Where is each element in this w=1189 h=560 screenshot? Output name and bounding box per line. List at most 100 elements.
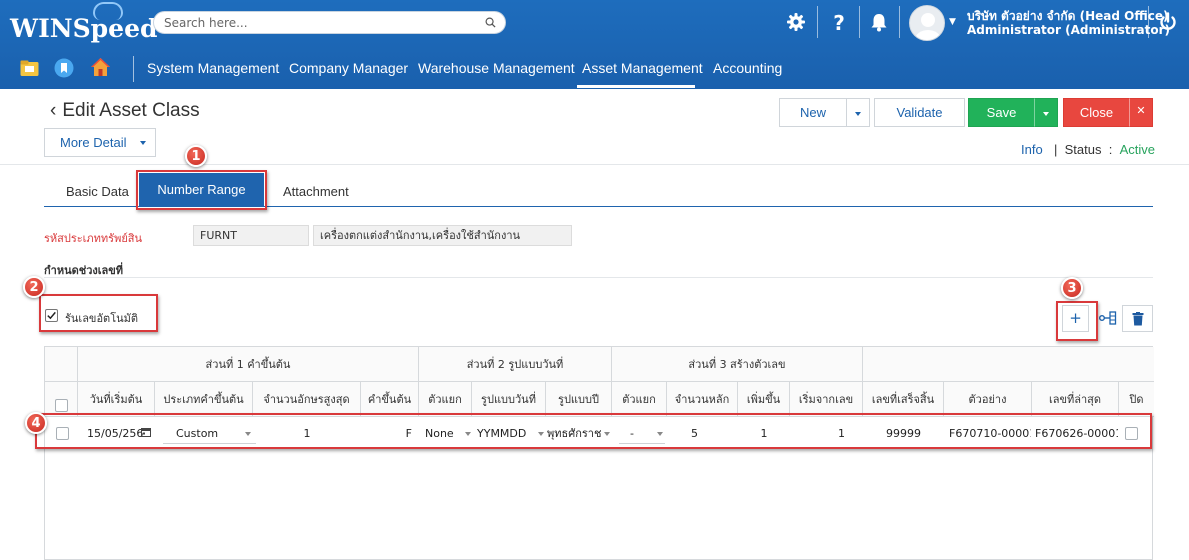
user-name[interactable]: Administrator (Administrator): [967, 23, 1170, 37]
callout-badge-3: 3: [1061, 277, 1083, 299]
end-number-cell[interactable]: 99999: [863, 418, 944, 449]
auto-number-checkbox[interactable]: [45, 309, 58, 322]
asset-class-code-field: FURNT: [193, 225, 309, 246]
last-number-cell: F670626-00001: [1035, 427, 1118, 440]
column-header[interactable]: ประเภทคำขึ้นต้น: [155, 382, 253, 417]
close-button-label: Close: [1079, 105, 1114, 120]
tab-number-range[interactable]: Number Range: [139, 173, 264, 206]
page-title: ‹ Edit Asset Class: [50, 100, 200, 122]
digits-cell[interactable]: 5: [667, 418, 722, 449]
closed-checkbox[interactable]: [1125, 427, 1138, 440]
column-header[interactable]: ตัวอย่าง: [944, 382, 1032, 417]
close-button[interactable]: Close: [1063, 98, 1130, 127]
question-icon[interactable]: ?: [828, 11, 850, 33]
save-button-label: Save: [986, 105, 1017, 120]
new-button-label: New: [799, 105, 826, 120]
chevron-down-icon: [465, 432, 471, 436]
column-header[interactable]: วันที่เริ่มต้น: [78, 382, 155, 417]
column-header[interactable]: เริ่มจากเลข: [790, 382, 863, 417]
increment-cell[interactable]: 1: [738, 418, 790, 449]
max-chars-cell[interactable]: 1: [253, 418, 361, 449]
chevron-down-icon: [245, 432, 251, 436]
header-select-all: [45, 382, 78, 417]
link-icon[interactable]: [1099, 311, 1117, 325]
save-dropdown-button[interactable]: [1034, 98, 1058, 127]
status-value: Active: [1119, 142, 1155, 157]
column-header[interactable]: เลขที่ล่าสุด: [1032, 382, 1119, 417]
svg-text:?: ?: [833, 11, 845, 33]
avatar[interactable]: [909, 5, 945, 41]
select-all-checkbox[interactable]: [55, 399, 68, 412]
column-header[interactable]: ปิด: [1119, 382, 1154, 417]
menu-item-system-management[interactable]: System Management: [147, 60, 279, 76]
example-cell: F670710-00001: [949, 427, 1031, 440]
calendar-icon[interactable]: [141, 427, 151, 437]
column-header[interactable]: จำนวนหลัก: [667, 382, 738, 417]
year-format-select[interactable]: พุทธศักราช: [547, 418, 602, 449]
auto-number-label[interactable]: รันเลขอัตโนมัติ: [65, 309, 138, 327]
prefix-type-select[interactable]: Custom: [176, 418, 236, 449]
menu-item-company-manager[interactable]: Company Manager: [289, 60, 408, 76]
divider: [1148, 6, 1149, 38]
cloud-icon: [93, 2, 123, 20]
save-button[interactable]: Save: [968, 98, 1035, 127]
asset-class-label: รหัสประเภททรัพย์สิน: [44, 232, 143, 245]
check-icon: [47, 311, 56, 320]
status-label: Status: [1064, 142, 1102, 157]
callout-badge-2: 2: [23, 276, 45, 298]
info-link[interactable]: Info: [1021, 142, 1043, 157]
tab-attachment[interactable]: Attachment: [283, 184, 349, 199]
chevron-down-icon: [538, 432, 544, 436]
start-date-cell[interactable]: 15/05/256: [87, 418, 145, 449]
search-box[interactable]: [153, 11, 506, 34]
row-checkbox[interactable]: [56, 427, 69, 440]
menu-item-warehouse-management[interactable]: Warehouse Management: [418, 60, 575, 76]
separator-1-select[interactable]: None: [425, 418, 461, 449]
column-header[interactable]: คำขึ้นต้น: [361, 382, 419, 417]
home-icon[interactable]: [90, 57, 111, 77]
select-underline: [163, 443, 256, 444]
chevron-down-icon: [1043, 111, 1049, 116]
new-dropdown-button[interactable]: [846, 98, 870, 127]
folder-icon[interactable]: [20, 60, 39, 77]
column-header[interactable]: รูปแบบปี: [546, 382, 612, 417]
chevron-down-icon: [657, 432, 663, 436]
more-detail-label: More Detail: [60, 135, 127, 150]
number-range-grid: ส่วนที่ 1 คำขึ้นต้น ส่วนที่ 2 รูปแบบวันท…: [44, 346, 1154, 560]
column-header[interactable]: ตัวแยก: [419, 382, 472, 417]
delete-row-button[interactable]: [1122, 305, 1153, 332]
menu-item-asset-management[interactable]: Asset Management: [582, 60, 703, 76]
column-header[interactable]: เลขที่เสร็จสิ้น: [863, 382, 944, 417]
more-detail-dropdown[interactable]: More Detail: [44, 128, 156, 157]
divider: [859, 6, 860, 38]
callout-badge-1: 1: [185, 145, 207, 167]
date-format-select[interactable]: YYMMDD: [477, 418, 533, 449]
add-row-button[interactable]: +: [1062, 305, 1089, 332]
gear-icon[interactable]: [785, 11, 807, 33]
tab-basic-data[interactable]: Basic Data: [66, 184, 129, 199]
prefix-cell[interactable]: F: [361, 418, 412, 449]
separator-2-select[interactable]: -: [630, 418, 650, 449]
column-header[interactable]: จำนวนอักษรสูงสุด: [253, 382, 361, 417]
chevron-down-icon[interactable]: ▼: [949, 17, 956, 27]
tab-underline: [44, 206, 1153, 207]
bell-icon[interactable]: [868, 11, 890, 33]
validate-button[interactable]: Validate: [874, 98, 965, 127]
top-bar: WINSpeed ? ▼ บริษัท ตัวอย่าง จำ: [0, 0, 1189, 89]
search-input[interactable]: [164, 14, 464, 32]
divider: [133, 56, 134, 82]
column-header[interactable]: ตัวแยก: [612, 382, 667, 417]
column-header[interactable]: รูปแบบวันที่: [472, 382, 546, 417]
search-icon[interactable]: [485, 17, 496, 28]
bookmark-icon[interactable]: [54, 58, 74, 78]
group-header-prefix: ส่วนที่ 1 คำขึ้นต้น: [78, 347, 419, 382]
app-logo[interactable]: WINSpeed: [10, 14, 157, 43]
close-icon[interactable]: ✕: [1129, 98, 1153, 127]
back-icon[interactable]: ‹: [50, 100, 56, 121]
start-from-cell[interactable]: 1: [790, 418, 845, 449]
menu-item-accounting[interactable]: Accounting: [713, 60, 782, 76]
new-button[interactable]: New: [779, 98, 847, 127]
power-icon[interactable]: [1157, 11, 1179, 33]
trash-icon: [1132, 312, 1143, 326]
column-header[interactable]: เพิ่มขึ้น: [738, 382, 790, 417]
